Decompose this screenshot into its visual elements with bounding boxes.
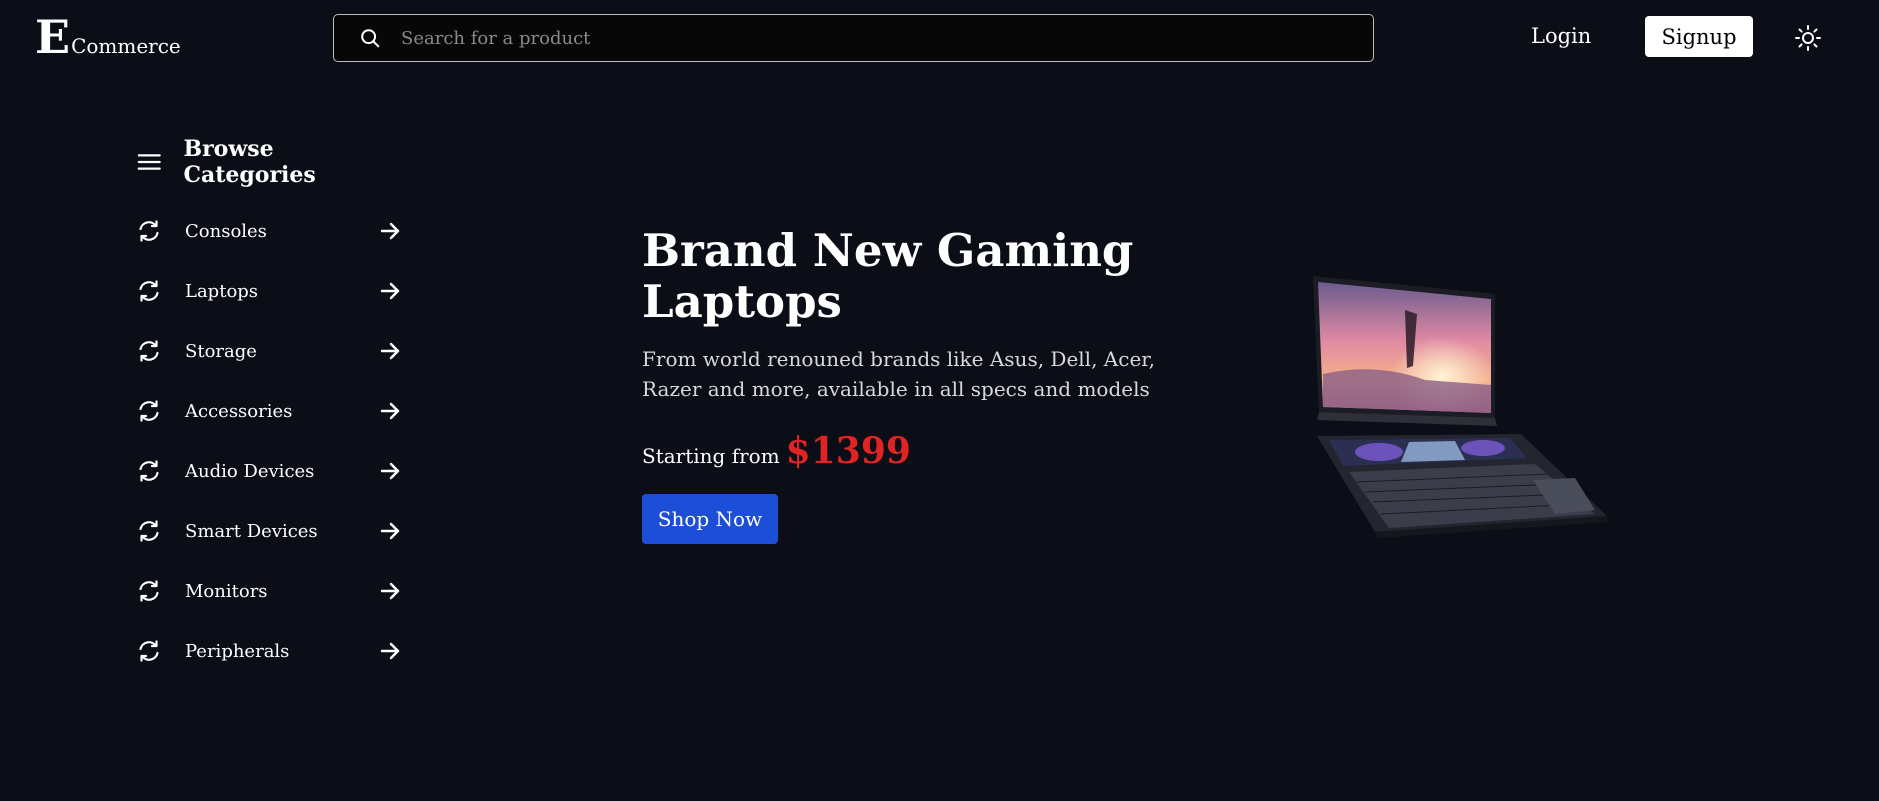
category-item-accessories[interactable]: Accessories <box>136 381 401 441</box>
search-input[interactable] <box>399 17 1373 59</box>
category-item-smart-devices[interactable]: Smart Devices <box>136 501 401 561</box>
arrow-right-icon <box>380 222 400 240</box>
refresh-icon <box>139 340 159 362</box>
hero-title: Brand New Gaming Laptops <box>642 224 1134 328</box>
category-item-storage[interactable]: Storage <box>136 321 401 381</box>
sun-icon[interactable] <box>1794 24 1822 52</box>
category-label: Smart Devices <box>185 520 318 542</box>
logo-text: Commerce <box>71 34 181 58</box>
category-item-peripherals[interactable]: Peripherals <box>136 621 401 681</box>
price-value: $1399 <box>785 430 911 472</box>
arrow-right-icon <box>380 342 400 360</box>
refresh-icon <box>139 460 159 482</box>
login-button[interactable]: Login <box>1531 24 1591 48</box>
search-icon[interactable] <box>359 27 381 49</box>
category-title: Browse Categories <box>183 136 316 188</box>
price-label: Starting from <box>642 444 780 468</box>
arrow-right-icon <box>380 522 400 540</box>
refresh-icon <box>139 400 159 422</box>
refresh-icon <box>139 520 159 542</box>
category-item-monitors[interactable]: Monitors <box>136 561 401 621</box>
refresh-icon <box>139 280 159 302</box>
price-row: Starting from $1399 <box>642 430 1162 472</box>
category-sidebar: Browse Categories Consoles Laptops Stora… <box>136 136 401 681</box>
category-label: Consoles <box>185 220 267 242</box>
category-label: Accessories <box>185 400 293 422</box>
category-header[interactable]: Browse Categories <box>136 136 401 188</box>
shop-now-button[interactable]: Shop Now <box>642 494 778 544</box>
menu-icon[interactable] <box>136 151 162 173</box>
category-item-laptops[interactable]: Laptops <box>136 261 401 321</box>
arrow-right-icon <box>380 582 400 600</box>
category-label: Peripherals <box>185 640 290 662</box>
arrow-right-icon <box>380 642 400 660</box>
category-label: Storage <box>185 340 257 362</box>
arrow-right-icon <box>380 462 400 480</box>
logo[interactable]: E Commerce <box>35 14 181 60</box>
category-item-audio-devices[interactable]: Audio Devices <box>136 441 401 501</box>
signup-button[interactable]: Signup <box>1645 16 1753 57</box>
category-list: Consoles Laptops Storage Accessories Aud… <box>136 201 401 681</box>
category-label: Laptops <box>185 280 259 302</box>
gaming-laptop-image <box>1313 276 1607 538</box>
refresh-icon <box>139 580 159 602</box>
hero-description: From world renouned brands like Asus, De… <box>642 347 1155 401</box>
hero-section: Brand New Gaming Laptops From world reno… <box>642 225 1162 544</box>
category-label: Monitors <box>185 580 268 602</box>
logo-initial: E <box>35 10 71 64</box>
refresh-icon <box>139 220 159 242</box>
category-label: Audio Devices <box>185 460 315 482</box>
search-bar[interactable] <box>333 14 1374 62</box>
refresh-icon <box>139 640 159 662</box>
arrow-right-icon <box>380 402 400 420</box>
category-item-consoles[interactable]: Consoles <box>136 201 401 261</box>
arrow-right-icon <box>380 282 400 300</box>
